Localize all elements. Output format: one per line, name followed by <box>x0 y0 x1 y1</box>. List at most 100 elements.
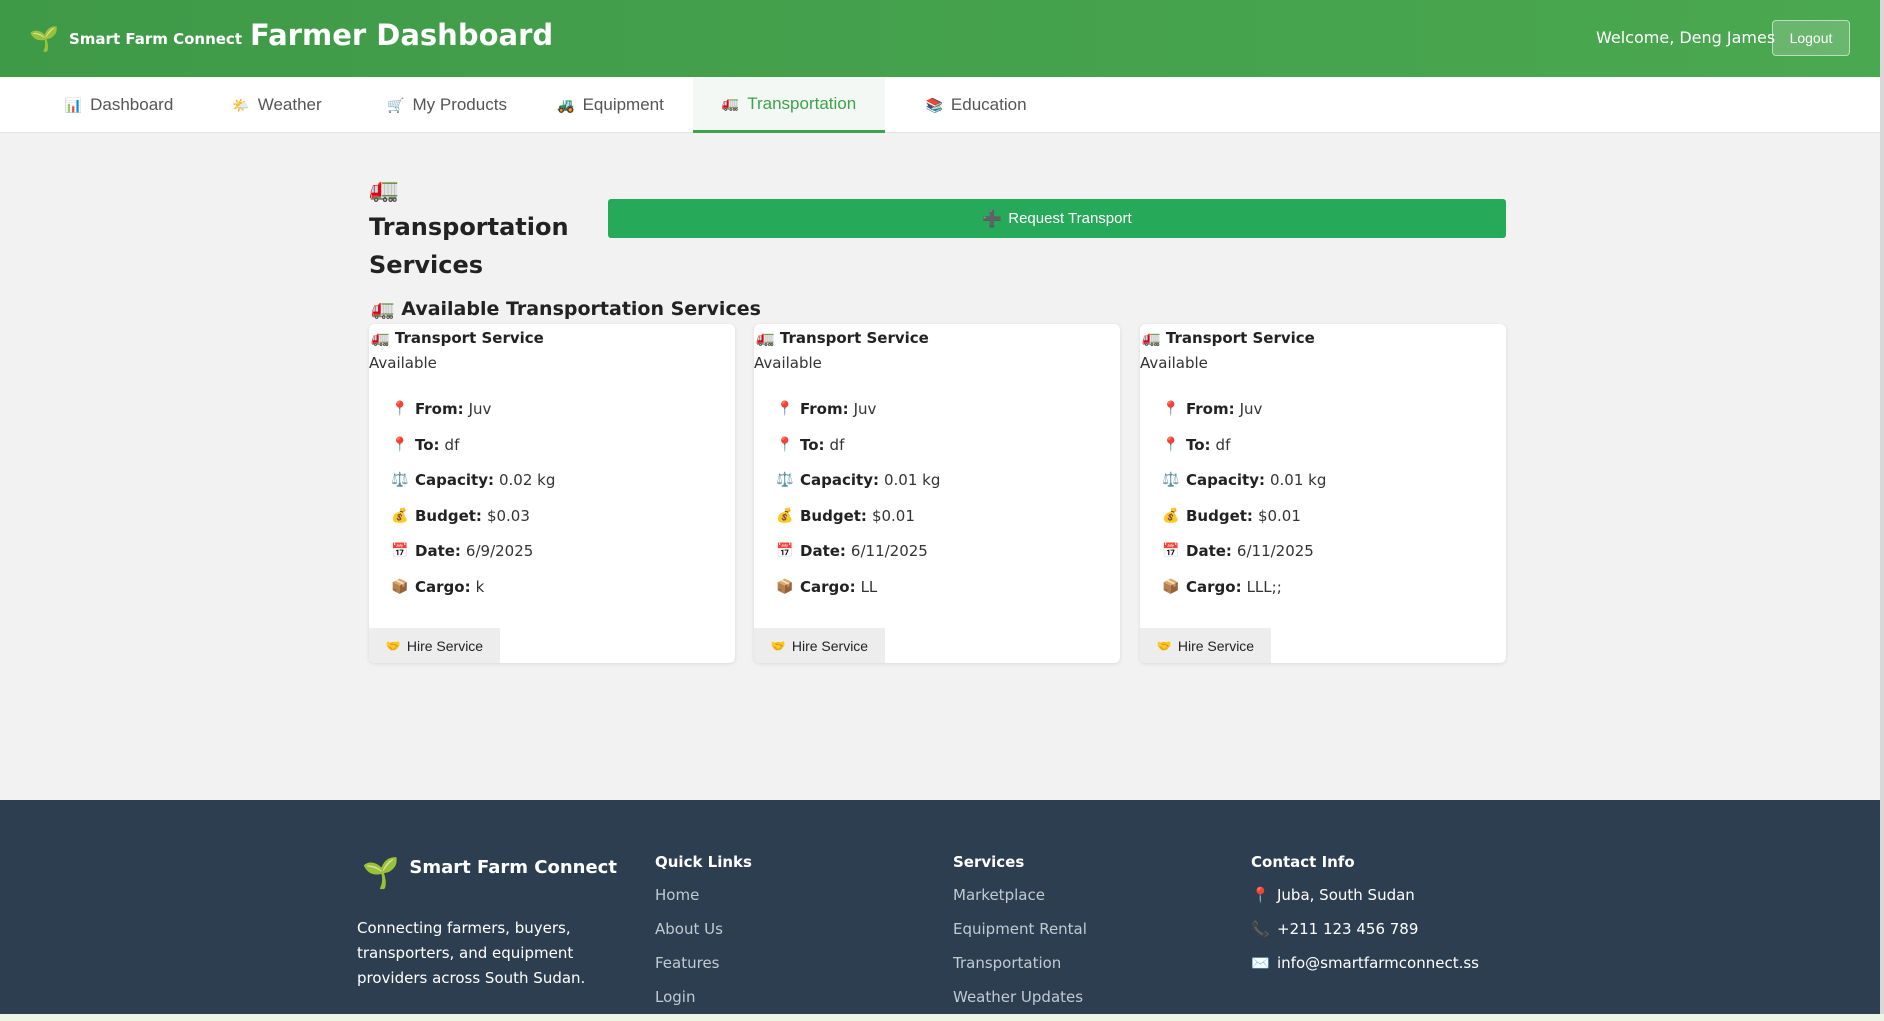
package-icon: 📦 <box>391 579 409 595</box>
tab-weather[interactable]: 🌤️ Weather <box>212 77 342 133</box>
detail-budget: 💰 Budget: $0.01 <box>776 507 915 525</box>
detail-value: $0.01 <box>1257 507 1301 525</box>
calendar-icon: 📅 <box>391 543 409 559</box>
truck-icon: 🚛 <box>721 95 740 111</box>
money-bag-icon: 💰 <box>1162 508 1180 524</box>
detail-label: To: <box>415 436 440 454</box>
detail-cargo: 📦 Cargo: k <box>391 578 484 596</box>
contact-phone: 📞 +211 123 456 789 <box>1251 919 1479 953</box>
detail-value: k <box>475 578 485 596</box>
available-services-text: Available Transportation Services <box>401 298 761 320</box>
detail-label: Cargo: <box>800 578 856 596</box>
tractor-icon: 🚜 <box>557 96 575 113</box>
detail-cargo: 📦 Cargo: LLL;; <box>1162 578 1282 596</box>
footer-brand-name: Smart Farm Connect <box>409 857 617 878</box>
detail-label: Date: <box>800 542 846 560</box>
detail-value: 6/9/2025 <box>465 542 534 560</box>
pin-icon: 📍 <box>1162 401 1180 417</box>
phone-icon: 📞 <box>1251 920 1270 938</box>
detail-label: Cargo: <box>1186 578 1242 596</box>
package-icon: 📦 <box>776 579 794 595</box>
detail-budget: 💰 Budget: $0.01 <box>1162 507 1301 525</box>
detail-label: Cargo: <box>415 578 471 596</box>
hire-service-button[interactable]: 🤝 Hire Service <box>1140 628 1271 663</box>
card-title-text: Transport Service <box>1165 329 1315 347</box>
hire-service-button[interactable]: 🤝 Hire Service <box>369 628 500 663</box>
card-title: 🚛 Transport Service <box>371 329 544 347</box>
handshake-icon: 🤝 <box>770 638 786 653</box>
sprout-logo-icon: 🌱 <box>362 856 400 891</box>
calendar-icon: 📅 <box>1162 543 1180 559</box>
footer-link-about[interactable]: About Us <box>655 919 752 953</box>
status-text: Available <box>369 354 437 372</box>
services-column: Services Marketplace Equipment Rental Tr… <box>953 853 1087 1021</box>
request-transport-label: Request Transport <box>1008 210 1132 227</box>
detail-label: Capacity: <box>800 471 879 489</box>
plus-icon: ➕ <box>982 210 1003 228</box>
footer-link-equipment-rental[interactable]: Equipment Rental <box>953 919 1087 953</box>
truck-icon: 🚛 <box>756 329 775 347</box>
site-footer: 🌱 Smart Farm Connect Connecting farmers,… <box>0 800 1880 1014</box>
brand[interactable]: 🌱 Smart Farm Connect <box>29 24 242 54</box>
request-transport-button[interactable]: ➕ Request Transport <box>608 199 1506 238</box>
truck-icon: 🚛 <box>371 298 395 320</box>
card-title-text: Transport Service <box>779 329 929 347</box>
logout-button[interactable]: Logout <box>1772 20 1850 56</box>
section-title-text: Transportation Services <box>369 213 569 279</box>
pin-icon: 📍 <box>776 437 794 453</box>
tab-my-products[interactable]: 🛒 My Products <box>367 77 527 133</box>
bottom-strip <box>0 1014 1884 1021</box>
detail-value: $0.03 <box>486 507 530 525</box>
card-title: 🚛 Transport Service <box>756 329 929 347</box>
detail-label: Date: <box>415 542 461 560</box>
detail-label: Date: <box>1186 542 1232 560</box>
tab-dashboard[interactable]: 📊 Dashboard <box>44 77 194 133</box>
scrollbar[interactable] <box>1880 0 1884 1021</box>
footer-brand: 🌱 Smart Farm Connect <box>362 856 617 891</box>
detail-value: $0.01 <box>871 507 915 525</box>
brand-name: Smart Farm Connect <box>69 30 242 48</box>
truck-icon: 🚛 <box>371 329 390 347</box>
detail-capacity: ⚖️ Capacity: 0.01 kg <box>1162 471 1326 489</box>
contact-text: +211 123 456 789 <box>1277 920 1419 938</box>
detail-value: df <box>1215 436 1231 454</box>
footer-link-features[interactable]: Features <box>655 953 752 987</box>
hire-service-button[interactable]: 🤝 Hire Service <box>754 628 885 663</box>
footer-link-transportation[interactable]: Transportation <box>953 953 1087 987</box>
hire-service-label: Hire Service <box>1177 637 1255 654</box>
detail-from: 📍 From: Juv <box>776 400 876 418</box>
tab-label: Education <box>950 95 1027 114</box>
calendar-icon: 📅 <box>776 543 794 559</box>
contact-email[interactable]: ✉️ info@smartfarmconnect.ss <box>1251 953 1479 987</box>
hire-service-label: Hire Service <box>406 637 484 654</box>
status-text: Available <box>754 354 822 372</box>
detail-label: From: <box>800 400 849 418</box>
footer-link-home[interactable]: Home <box>655 885 752 919</box>
detail-value: df <box>444 436 460 454</box>
pin-icon: 📍 <box>391 437 409 453</box>
detail-from: 📍 From: Juv <box>1162 400 1262 418</box>
footer-link-marketplace[interactable]: Marketplace <box>953 885 1087 919</box>
transport-card: 🚛 Transport Service Available 📍 From: Juv … <box>369 324 735 663</box>
handshake-icon: 🤝 <box>385 638 401 653</box>
detail-value: 0.01 kg <box>883 471 941 489</box>
detail-to: 📍 To: df <box>776 436 844 454</box>
tab-education[interactable]: 📚 Education <box>906 77 1046 133</box>
scale-icon: ⚖️ <box>776 472 794 488</box>
available-services-heading: 🚛 Available Transportation Services <box>371 297 761 320</box>
services-heading: Services <box>953 853 1025 871</box>
tab-label: Transportation <box>747 93 857 113</box>
detail-value: LLL;; <box>1246 578 1282 596</box>
detail-value: 6/11/2025 <box>850 542 928 560</box>
contact-column: Contact Info 📍 Juba, South Sudan 📞 +211 12… <box>1251 853 1479 987</box>
tab-equipment[interactable]: 🚜 Equipment <box>544 77 677 133</box>
tab-label: My Products <box>412 95 507 114</box>
tab-transportation[interactable]: 🚛 Transportation <box>693 77 885 133</box>
card-title: 🚛 Transport Service <box>1142 329 1315 347</box>
detail-to: 📍 To: df <box>391 436 459 454</box>
detail-capacity: ⚖️ Capacity: 0.01 kg <box>776 471 940 489</box>
truck-icon: 🚛 <box>1142 329 1161 347</box>
tab-label: Weather <box>257 95 322 114</box>
detail-label: Capacity: <box>1186 471 1265 489</box>
card-title-text: Transport Service <box>394 329 544 347</box>
